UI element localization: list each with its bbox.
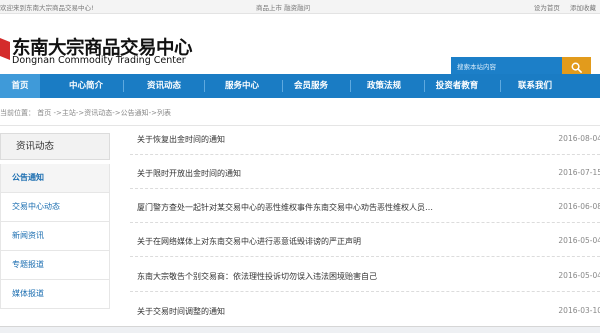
list-item[interactable]: 厦门警方查处一起针对某交易中心的恶性维权事件东南交易中心劝告恶性维权人员… 20… [130, 194, 600, 223]
list-item[interactable]: 东南大宗敬告个别交易商：依法理性投诉切勿误入违法困境贻害自己 2016-05-0… [130, 263, 600, 292]
top-center-links[interactable]: 商品上市 融资融问 [256, 2, 310, 12]
nav-home[interactable]: 首页 [0, 74, 40, 98]
list-item-title[interactable]: 东南大宗敬告个别交易商：依法理性投诉切勿误入违法困境贻害自己 [137, 271, 527, 282]
list-item-date: 2016-08-04 [558, 134, 600, 143]
list-item[interactable]: 关于在网络媒体上对东南交易中心进行恶意诋毁诽谤的严正声明 2016-05-04 [130, 228, 600, 257]
site-header: 东南大宗商品交易中心 Dongnan Commodity Trading Cen… [0, 14, 600, 77]
welcome-text: 欢迎来到东南大宗商品交易中心! [0, 4, 94, 12]
nav-divider [350, 80, 351, 92]
top-right-links: 设为首页 添加收藏 [526, 2, 596, 12]
list-item-title[interactable]: 关于恢复出金时间的通知 [137, 134, 527, 145]
list-item-title[interactable]: 关于限时开放出金时间的通知 [137, 168, 527, 179]
sidebar-item-center-news[interactable]: 交易中心动态 [0, 193, 110, 222]
nav-news[interactable]: 资讯动态 [136, 74, 192, 98]
nav-investor-education[interactable]: 投资者教育 [427, 74, 487, 98]
list-item-title[interactable]: 关于交易时间调整的通知 [137, 306, 527, 317]
nav-member[interactable]: 会员服务 [283, 74, 339, 98]
nav-contact[interactable]: 联系我们 [505, 74, 565, 98]
nav-about[interactable]: 中心简介 [58, 74, 114, 98]
list-item-date: 2016-05-04 [558, 236, 600, 245]
article-list: 关于恢复出金时间的通知 2016-08-04 关于限时开放出金时间的通知 201… [130, 126, 600, 333]
list-item-date: 2016-03-10 [558, 306, 600, 315]
add-favorite-link[interactable]: 添加收藏 [570, 4, 596, 12]
sidebar-item-news[interactable]: 新闻资讯 [0, 222, 110, 251]
logo-subtitle: Dongnan Commodity Trading Center [12, 55, 186, 66]
nav-divider [424, 80, 425, 92]
main-nav: 首页 中心简介 资讯动态 服务中心 会员服务 政策法规 投资者教育 联系我们 [0, 74, 600, 98]
nav-policy[interactable]: 政策法规 [356, 74, 412, 98]
list-item[interactable]: 关于限时开放出金时间的通知 2016-07-15 [130, 160, 600, 189]
nav-divider [123, 80, 124, 92]
nav-divider [500, 80, 501, 92]
top-bar: 欢迎来到东南大宗商品交易中心! 商品上市 融资融问 设为首页 添加收藏 [0, 0, 600, 14]
search-icon [571, 62, 582, 73]
list-item-title[interactable]: 厦门警方查处一起针对某交易中心的恶性维权事件东南交易中心劝告恶性维权人员… [137, 202, 527, 213]
list-item-date: 2016-07-15 [558, 168, 600, 177]
sidebar: 资讯动态 公告通知 交易中心动态 新闻资讯 专题报道 媒体报道 [0, 133, 110, 333]
sidebar-item-media[interactable]: 媒体报道 [0, 280, 110, 309]
logo-icon [0, 38, 10, 60]
list-item-title[interactable]: 关于在网络媒体上对东南交易中心进行恶意诋毁诽谤的严正声明 [137, 236, 527, 247]
list-item-date: 2016-05-04 [558, 271, 600, 280]
list-item[interactable]: 关于恢复出金时间的通知 2016-08-04 [130, 126, 600, 155]
breadcrumb: 当前位置： 首页 ->主站->资讯动态->公告通知->列表 [0, 104, 600, 126]
sidebar-item-announcements[interactable]: 公告通知 [0, 164, 110, 193]
list-item-date: 2016-06-08 [558, 202, 600, 211]
sidebar-item-features[interactable]: 专题报道 [0, 251, 110, 280]
nav-service[interactable]: 服务中心 [214, 74, 270, 98]
browser-status-bar [0, 326, 600, 333]
nav-divider [204, 80, 205, 92]
list-item[interactable]: 关于交易时间调整的通知 2016-03-10 [130, 298, 600, 327]
sidebar-title: 资讯动态 [0, 133, 110, 160]
set-homepage-link[interactable]: 设为首页 [534, 4, 560, 12]
